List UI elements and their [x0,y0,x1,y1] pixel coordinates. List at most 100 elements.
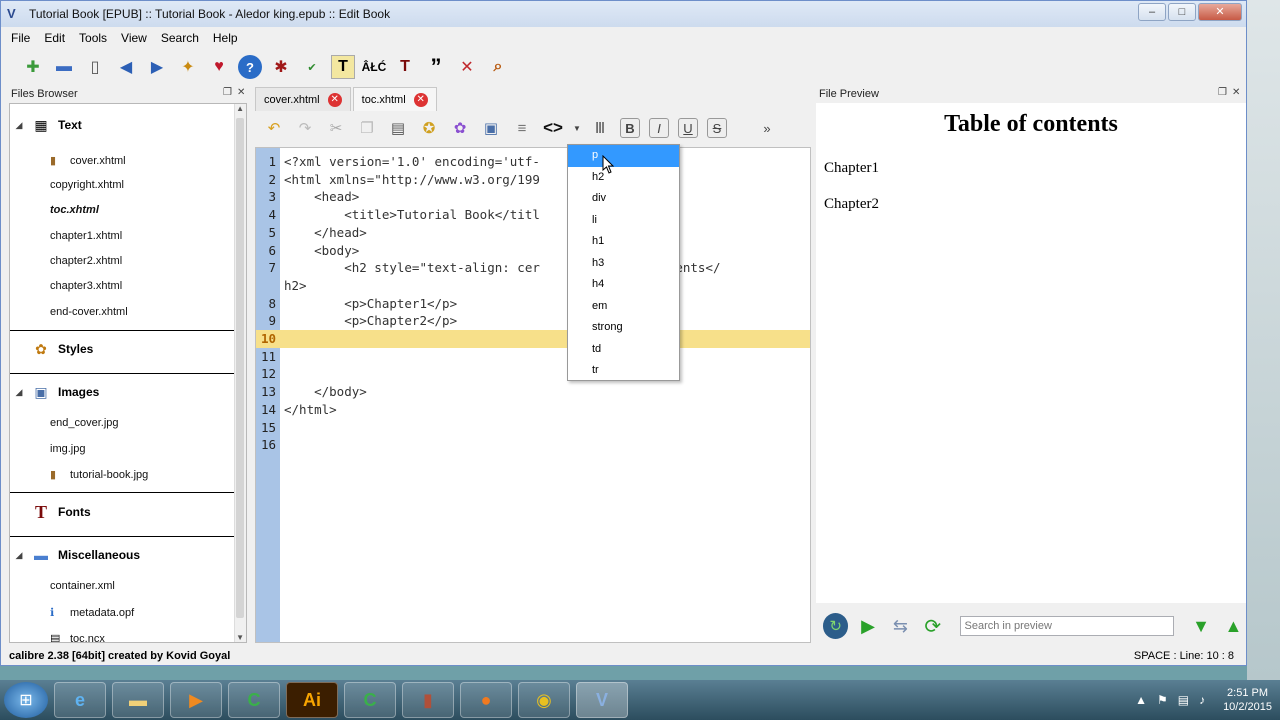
expand-triangle-icon[interactable]: ◢ [10,387,28,398]
file-item[interactable]: chapter2.xhtml [50,255,122,267]
refresh-icon[interactable]: ⟳ [920,613,945,639]
play-icon[interactable]: ▶ [855,613,880,639]
dropdown-arrow-icon[interactable]: ▼ [573,117,581,139]
show-hidden-icons-icon[interactable]: ▲ [1135,693,1147,707]
scroll-down-icon[interactable]: ▼ [236,633,244,642]
code-line[interactable]: 3 <head> [256,188,810,206]
preview-search-input[interactable]: Search in preview [959,616,1175,636]
category-text[interactable]: ◢ ▦ Text [10,110,234,140]
spellcheck-icon[interactable]: ✔ [300,55,324,79]
maximize-button[interactable]: □ [1168,3,1196,21]
sync-icon[interactable]: ⇆ [888,613,913,639]
file-item[interactable]: chapter3.xhtml [50,280,122,292]
paste-icon[interactable]: ▤ [387,117,409,139]
category-misc[interactable]: ◢ ▬ Miscellaneous [10,540,234,570]
close-button[interactable]: ✕ [1198,3,1242,21]
checkpoint-icon[interactable]: ▯ [83,55,107,79]
bug-check-icon[interactable]: ✱ [269,55,293,79]
dropdown-item-p[interactable]: p [568,145,679,167]
expand-triangle-icon[interactable]: ◢ [10,550,28,561]
scroll-up-icon[interactable]: ▲ [236,104,244,113]
dropdown-item-h2[interactable]: h2 [568,167,679,189]
menu-search[interactable]: Search [161,31,199,45]
copy-icon[interactable]: ❐ [356,117,378,139]
code-line[interactable]: 6 <body> [256,242,810,260]
new-file-icon[interactable]: ✚ [21,55,45,79]
font-icon[interactable]: T [393,55,417,79]
category-styles[interactable]: ✿ Styles [10,334,234,364]
save-icon[interactable]: ▬ [52,55,76,79]
code-line[interactable]: 13 </body> [256,383,810,401]
code-line[interactable]: 8 <p>Chapter1</p> [256,295,810,313]
code-line[interactable]: 12 [256,365,810,383]
dropdown-item-strong[interactable]: strong [568,317,679,339]
action-center-icon[interactable]: ⚑ [1157,693,1168,707]
forward-arrow-icon[interactable]: ▶ [145,55,169,79]
dropdown-item-h3[interactable]: h3 [568,253,679,275]
cut-icon[interactable]: ✂ [325,117,347,139]
characters-icon[interactable]: ÂŁĆ [362,55,387,79]
code-line[interactable]: 7 <h2 style="text-align: cer f contents<… [256,259,810,277]
bold-button[interactable]: B [620,118,640,138]
dropdown-item-td[interactable]: td [568,339,679,361]
media-player-icon[interactable]: ▶ [170,682,222,718]
insert-special-icon[interactable]: ✿ [449,117,471,139]
tab-cover[interactable]: cover.xhtml ✕ [255,87,351,111]
preview-close-icon[interactable]: ✕ [1232,87,1240,98]
file-explorer-icon[interactable]: ▬ [112,682,164,718]
insert-link-icon[interactable]: ≡ [511,117,533,139]
file-item[interactable]: end-cover.xhtml [50,306,128,318]
library-icon[interactable]: ▮ [402,682,454,718]
fix-html-icon[interactable]: ✦ [176,55,200,79]
remove-unused-icon[interactable]: ✕ [455,55,479,79]
find-previous-icon[interactable]: ▲ [1221,613,1246,639]
network-icon[interactable]: ▤ [1178,693,1189,707]
camtasia-recorder-icon[interactable]: C [344,682,396,718]
dropdown-item-div[interactable]: div [568,188,679,210]
more-icon[interactable]: » [756,117,778,139]
insert-image-icon[interactable]: ▣ [480,117,502,139]
file-item[interactable]: ▤ toc.ncx [50,632,105,643]
file-item[interactable]: chapter1.xhtml [50,230,122,242]
illustrator-icon[interactable]: Ai [286,682,338,718]
file-item[interactable]: ▮ tutorial-book.jpg [50,468,148,482]
quotes-icon[interactable]: ” [424,54,448,79]
code-editor[interactable]: 1 <?xml version='1.0' encoding='utf- 2 <ht… [255,147,811,643]
dropdown-item-h1[interactable]: h1 [568,231,679,253]
tab-toc[interactable]: toc.xhtml ✕ [352,87,437,111]
firefox-icon[interactable]: ● [460,682,512,718]
files-browser-close-icon[interactable]: ✕ [237,87,245,98]
split-tag-icon[interactable]: Ⅲ [589,117,611,139]
underline-button[interactable]: U [678,118,698,138]
auto-reload-icon[interactable]: ↻ [823,613,849,639]
internet-explorer-icon[interactable]: e [54,682,106,718]
files-scrollbar[interactable]: ▲ ▼ [234,104,246,642]
prettify-icon[interactable]: ✪ [418,117,440,139]
volume-icon[interactable]: ♪ [1199,693,1205,707]
expand-triangle-icon[interactable]: ◢ [10,120,28,131]
code-line[interactable]: 2 <html xmlns="http://www.w3.org/199 [256,171,810,189]
menu-file[interactable]: File [11,31,30,45]
code-line[interactable]: 1 <?xml version='1.0' encoding='utf- [256,153,810,171]
preview-float-icon[interactable]: ❐ [1218,87,1227,98]
strikethrough-button[interactable]: S [707,118,727,138]
dropdown-item-h4[interactable]: h4 [568,274,679,296]
code-line[interactable]: 9 <p>Chapter2</p> [256,312,810,330]
scroll-thumb[interactable] [236,118,244,618]
dropdown-item-li[interactable]: li [568,210,679,232]
category-fonts[interactable]: T Fonts [10,497,234,527]
help-icon[interactable]: ? [238,55,262,79]
code-line[interactable]: 14 </html> [256,401,810,419]
minimize-button[interactable]: – [1138,3,1166,21]
dropdown-item-em[interactable]: em [568,296,679,318]
dropdown-item-tr[interactable]: tr [568,360,679,382]
back-arrow-icon[interactable]: ◀ [114,55,138,79]
files-browser-float-icon[interactable]: ❐ [223,87,232,98]
current-code-line[interactable]: 10 [256,330,810,348]
start-button[interactable]: ⊞ [4,682,48,718]
file-item[interactable]: toc.xhtml [50,204,99,216]
tab-close-icon[interactable]: ✕ [413,92,428,107]
insert-tag-icon[interactable]: <> [542,117,564,139]
code-line[interactable]: 5 </head> [256,224,810,242]
camtasia-icon[interactable]: C [228,682,280,718]
